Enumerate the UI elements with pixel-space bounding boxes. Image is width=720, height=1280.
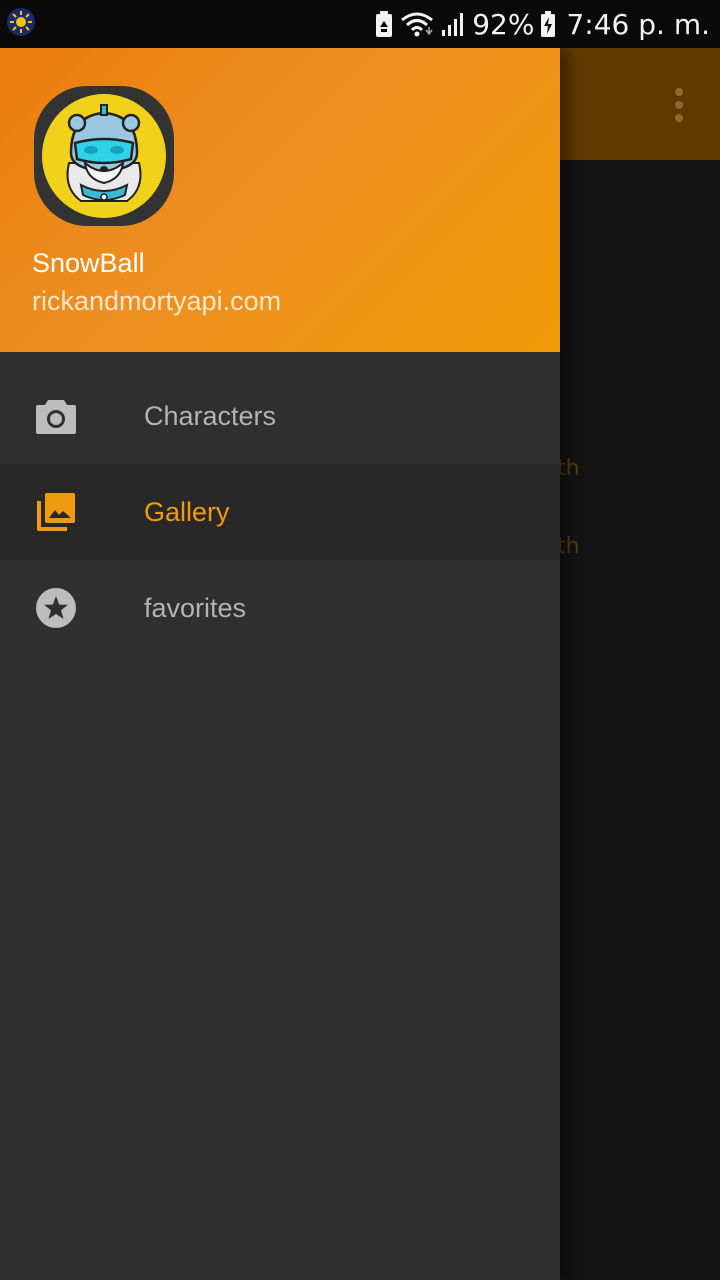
star-circle-icon: [34, 586, 78, 630]
weather-sun-icon: [6, 7, 36, 41]
drawer-item-label: favorites: [144, 593, 247, 623]
drawer-header: SnowBall rickandmortyapi.com: [0, 48, 560, 352]
signal-icon: [440, 10, 466, 38]
drawer-item-label: Characters: [144, 401, 277, 431]
more-vert-icon[interactable]: [674, 88, 684, 122]
navigation-drawer: SnowBall rickandmortyapi.com Characters: [0, 48, 560, 1280]
user-email: rickandmortyapi.com: [32, 286, 282, 316]
camera-icon: [34, 394, 78, 438]
photo-library-icon: [34, 490, 78, 534]
avatar[interactable]: [34, 86, 174, 226]
drawer-item-label: Gallery: [144, 497, 230, 527]
drawer-item-gallery[interactable]: Gallery: [0, 464, 560, 560]
wifi-icon: [400, 10, 434, 38]
user-name: SnowBall: [32, 248, 145, 278]
battery-saver-icon: [374, 10, 394, 38]
status-bar: 92% 7:46 p. m.: [0, 0, 720, 48]
yeti-mascot-avatar: [42, 94, 166, 218]
background-partial-text: th: [557, 456, 580, 481]
clock: 7:46 p. m.: [566, 7, 710, 41]
battery-charging-icon: [540, 10, 556, 38]
drawer-menu: Characters Gallery favorites: [0, 368, 560, 656]
drawer-item-characters[interactable]: Characters: [0, 368, 560, 464]
drawer-item-favorites[interactable]: favorites: [0, 560, 560, 656]
battery-percent: 92%: [472, 7, 535, 41]
background-partial-text: th: [557, 534, 580, 559]
